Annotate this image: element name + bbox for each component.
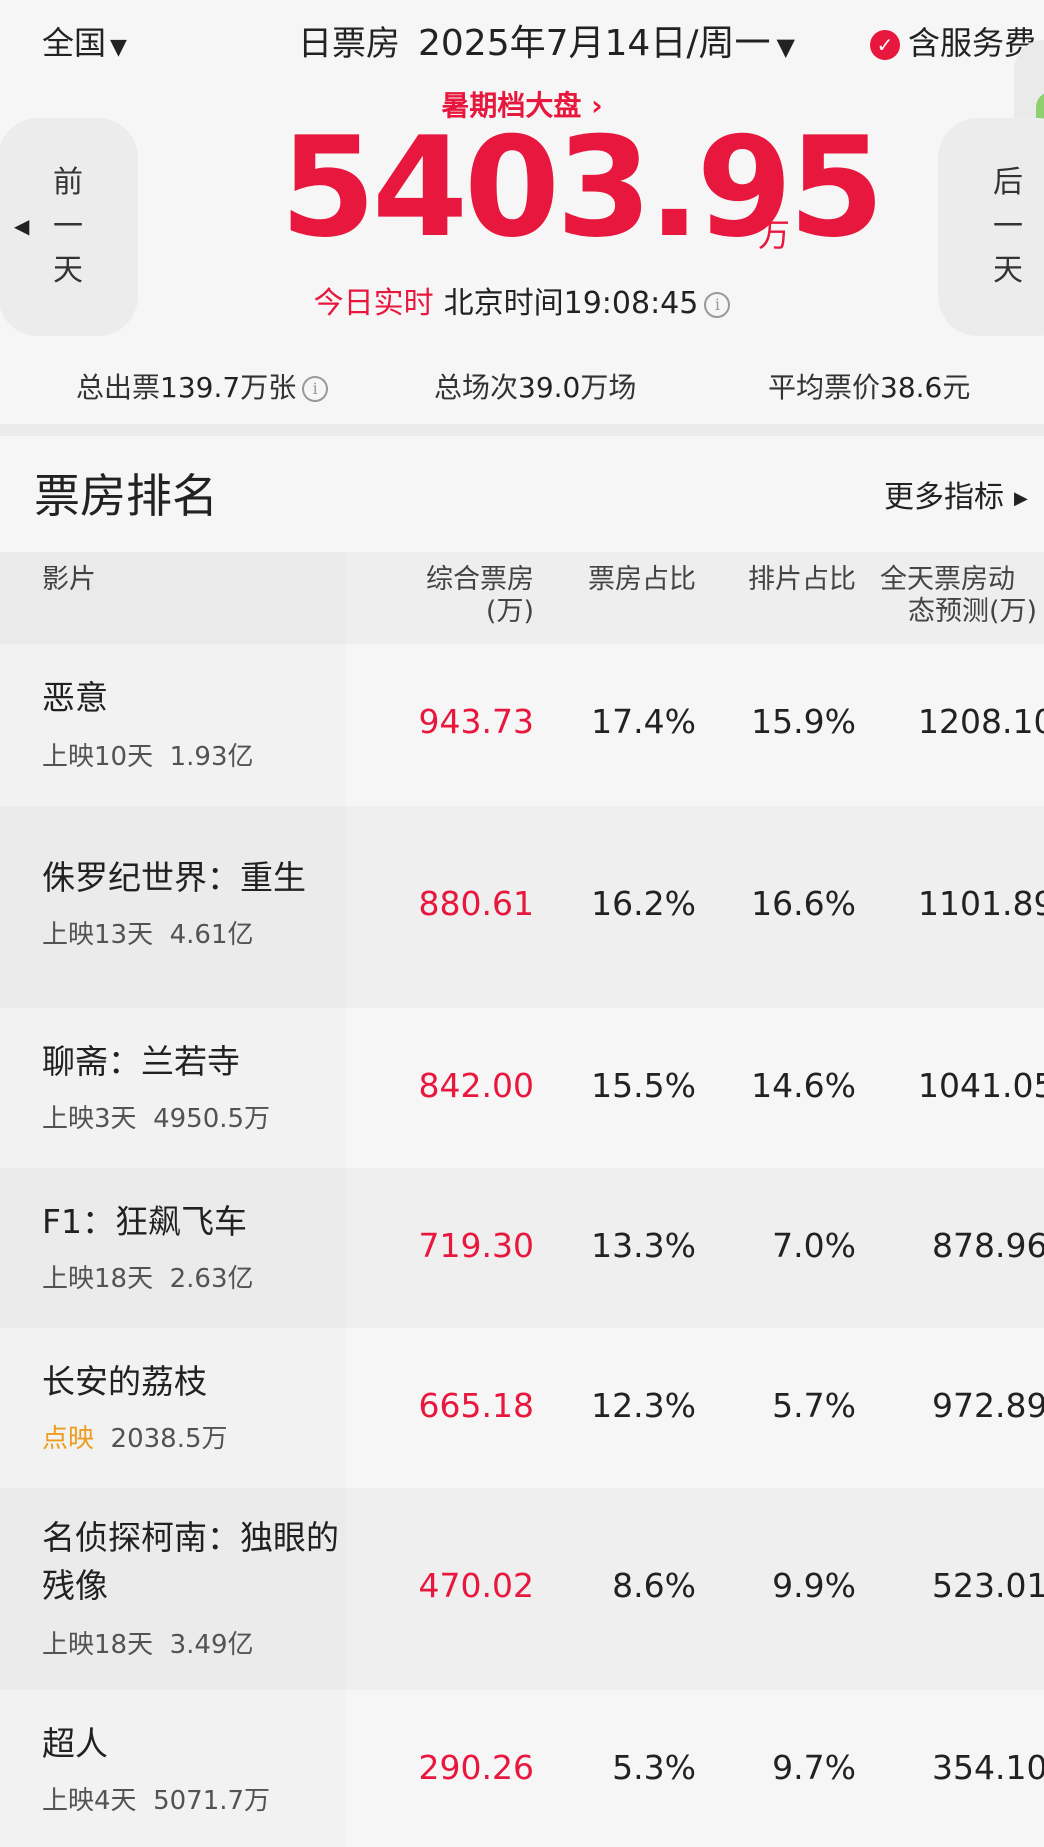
next-day-char: 一 bbox=[993, 209, 1023, 244]
cell-show-share: 15.9% bbox=[751, 702, 856, 741]
total-unit: 万 bbox=[758, 216, 791, 254]
info-icon[interactable]: i bbox=[704, 292, 731, 318]
board-label: 日票房 bbox=[298, 24, 400, 64]
stat-label: 总场次 bbox=[434, 371, 519, 404]
stat-value: 139.7 bbox=[160, 371, 241, 404]
service-fee-toggle[interactable]: ✓ 含服务费 bbox=[870, 18, 1036, 64]
header-forecast-line2: 态预测(万) bbox=[908, 596, 1038, 627]
caret-down-icon: ▼ bbox=[110, 35, 127, 60]
region-selector[interactable]: 全国 ▼ bbox=[42, 18, 127, 64]
header-bo-share[interactable]: 票房占比 bbox=[560, 564, 696, 596]
next-day-char: 后 bbox=[993, 165, 1023, 200]
more-metrics-label: 更多指标 bbox=[884, 480, 1004, 515]
cell-forecast: 354.10 bbox=[932, 1748, 1044, 1787]
cell-show-share: 16.6% bbox=[751, 884, 856, 923]
film-column-shade bbox=[0, 552, 346, 1847]
info-icon[interactable]: i bbox=[302, 376, 329, 402]
stat-unit: 万场 bbox=[580, 371, 637, 404]
header-show-share[interactable]: 排片占比 bbox=[720, 564, 856, 596]
realtime-label: 今日实时 bbox=[313, 286, 434, 321]
stat-label: 总出票 bbox=[76, 371, 161, 404]
cell-show-share: 14.6% bbox=[751, 1066, 856, 1105]
header-boxoffice-line1: 综合票房 bbox=[426, 564, 534, 595]
cell-forecast: 972.89 bbox=[932, 1386, 1044, 1425]
cell-show-share: 9.7% bbox=[772, 1748, 856, 1787]
more-metrics-link[interactable]: 更多指标 ▶ bbox=[884, 472, 1028, 516]
prev-day-char: 前 bbox=[53, 165, 83, 200]
cell-forecast: 1101.89 bbox=[918, 884, 1044, 923]
header-boxoffice[interactable]: 综合票房 (万) bbox=[380, 564, 534, 628]
header-forecast-line1: 全天票房动 bbox=[880, 564, 1015, 595]
cell-bo-share: 16.2% bbox=[591, 884, 696, 923]
cell-boxoffice: 880.61 bbox=[418, 884, 534, 923]
stat-unit: 元 bbox=[942, 371, 971, 404]
beijing-clock: 北京时间19:08:45 bbox=[443, 286, 699, 321]
cell-bo-share: 8.6% bbox=[612, 1566, 696, 1605]
caret-down-icon: ▼ bbox=[776, 33, 795, 61]
top-bar: 全国 ▼ 日票房 2025年7月14日/周一 ▼ ✓ 含服务费 bbox=[0, 0, 1044, 160]
header-boxoffice-line2: (万) bbox=[485, 596, 534, 627]
stat-value: 38.6 bbox=[880, 371, 943, 404]
cell-boxoffice: 943.73 bbox=[418, 702, 534, 741]
prev-day-char: 一 bbox=[53, 209, 83, 244]
cell-boxoffice: 290.26 bbox=[418, 1748, 534, 1787]
cell-show-share: 5.7% bbox=[772, 1386, 856, 1425]
cell-bo-share: 13.3% bbox=[591, 1226, 696, 1265]
cell-boxoffice: 719.30 bbox=[418, 1226, 534, 1265]
cell-forecast: 1208.10 bbox=[918, 702, 1044, 741]
cell-boxoffice: 665.18 bbox=[418, 1386, 534, 1425]
cell-bo-share: 15.5% bbox=[591, 1066, 696, 1105]
stat-unit: 万张 bbox=[240, 371, 297, 404]
stats-row: 总出票139.7万张 i 总场次39.0万场 平均票价38.6元 bbox=[0, 366, 1044, 406]
ranking-title: 票房排名 bbox=[34, 469, 218, 523]
cell-forecast: 1041.05 bbox=[918, 1066, 1044, 1105]
region-label: 全国 bbox=[42, 24, 107, 62]
cell-show-share: 7.0% bbox=[772, 1226, 856, 1265]
cell-bo-share: 17.4% bbox=[591, 702, 696, 741]
check-circle-icon: ✓ bbox=[870, 30, 900, 60]
stat-label: 平均票价 bbox=[768, 371, 881, 404]
cell-boxoffice: 470.02 bbox=[418, 1566, 534, 1605]
caret-right-icon: ▶ bbox=[1014, 488, 1028, 509]
date-label: 2025年7月14日/周一 bbox=[418, 23, 771, 64]
section-divider bbox=[0, 424, 1044, 436]
cell-bo-share: 5.3% bbox=[612, 1748, 696, 1787]
total-box-office: 5403.95 bbox=[280, 107, 885, 268]
stat-avg-price: 平均票价38.6元 bbox=[768, 366, 970, 406]
cell-boxoffice: 842.00 bbox=[418, 1066, 534, 1105]
stat-shows: 总场次39.0万场 bbox=[434, 366, 636, 406]
caret-left-icon: ◀ bbox=[14, 214, 30, 238]
date-selector[interactable]: 日票房 2025年7月14日/周一 ▼ bbox=[298, 14, 795, 66]
cell-forecast: 878.96 bbox=[932, 1226, 1044, 1265]
stat-tickets: 总出票139.7万张 i bbox=[76, 366, 329, 406]
cell-bo-share: 12.3% bbox=[591, 1386, 696, 1425]
cell-show-share: 9.9% bbox=[772, 1566, 856, 1605]
realtime-line: 今日实时 北京时间19:08:45 i bbox=[0, 278, 1044, 322]
header-forecast[interactable]: 全天票房动 态预测(万) bbox=[880, 564, 1044, 628]
box-office-page: 全国 ▼ 日票房 2025年7月14日/周一 ▼ ✓ 含服务费 暑期档大盘 › 前 一 … bbox=[0, 0, 1044, 1847]
cell-forecast: 523.01 bbox=[932, 1566, 1044, 1605]
stat-value: 39.0 bbox=[518, 371, 581, 404]
